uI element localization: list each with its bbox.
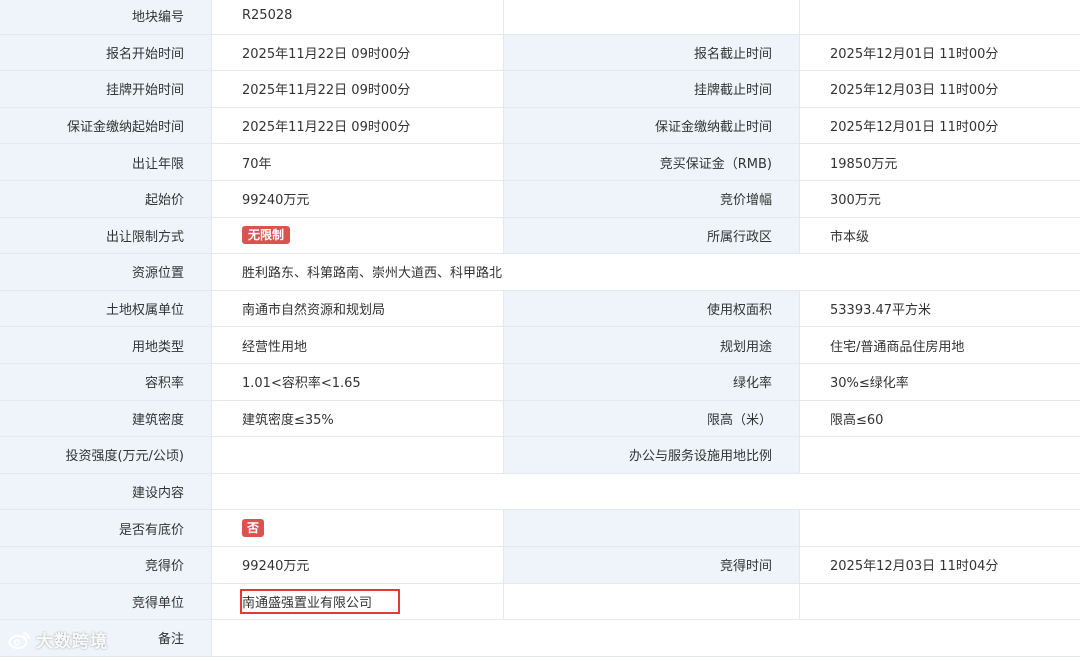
value-has-reserve-price: 否 xyxy=(212,510,504,546)
label-registration-end: 报名截止时间 xyxy=(504,34,800,71)
watermark-text: 大数跨境 xyxy=(36,632,108,652)
label-parcel-number: 地块编号 xyxy=(0,0,212,34)
label-deposit-end: 保证金缴纳截止时间 xyxy=(504,107,800,144)
label-construction-content: 建设内容 xyxy=(0,473,212,510)
table-row: 挂牌开始时间 2025年11月22日 09时00分 挂牌截止时间 2025年12… xyxy=(0,71,1080,108)
value-planned-use: 住宅/普通商品住房用地 xyxy=(800,327,1080,363)
label-height-limit: 限高（米） xyxy=(504,400,800,437)
label-investment-intensity: 投资强度(万元/公顷) xyxy=(0,437,212,473)
label-winning-time: 竞得时间 xyxy=(504,546,800,583)
label-deposit-start: 保证金缴纳起始时间 xyxy=(0,107,212,144)
empty-cell xyxy=(800,510,1080,546)
table-row: 备注 xyxy=(0,620,1080,657)
value-plot-ratio: 1.01<容积率<1.65 xyxy=(212,363,504,400)
table-row: 是否有底价 否 xyxy=(0,510,1080,547)
label-starting-price: 起始价 xyxy=(0,180,212,217)
restriction-badge: 无限制 xyxy=(242,226,291,245)
table-row: 用地类型 经营性用地 规划用途 住宅/普通商品住房用地 xyxy=(0,327,1080,364)
value-transfer-restriction: 无限制 xyxy=(212,217,504,254)
value-winning-price: 99240万元 xyxy=(212,546,504,583)
table-row: 报名开始时间 2025年11月22日 09时00分 报名截止时间 2025年12… xyxy=(0,34,1080,72)
label-location: 资源位置 xyxy=(0,254,212,290)
land-parcel-info-table: 地块编号 R25028 报名开始时间 2025年11月22日 09时00分 报名… xyxy=(0,0,1080,657)
label-land-type: 用地类型 xyxy=(0,327,212,363)
empty-cell xyxy=(800,583,1080,620)
value-parcel-number: R25028 xyxy=(212,0,504,34)
empty-label-cell xyxy=(504,510,800,546)
value-construction-content xyxy=(212,473,1080,510)
value-district: 市本级 xyxy=(800,217,1080,254)
label-land-owner: 土地权属单位 xyxy=(0,290,212,327)
label-use-right-area: 使用权面积 xyxy=(504,290,800,327)
empty-cell xyxy=(504,0,800,34)
winning-bidder-highlight-box xyxy=(240,589,400,614)
value-investment-intensity xyxy=(212,437,504,473)
value-land-owner: 南通市自然资源和规划局 xyxy=(212,290,504,327)
empty-cell xyxy=(504,583,800,620)
table-row: 建筑密度 建筑密度≤35% 限高（米） 限高≤60 xyxy=(0,400,1080,438)
table-row: 出让限制方式 无限制 所属行政区 市本级 xyxy=(0,217,1080,255)
value-bid-deposit: 19850万元 xyxy=(800,144,1080,180)
value-registration-start: 2025年11月22日 09时00分 xyxy=(212,34,504,71)
value-remarks xyxy=(212,620,1080,656)
table-row: 起始价 99240万元 竞价增幅 300万元 xyxy=(0,180,1080,218)
value-listing-start: 2025年11月22日 09时00分 xyxy=(212,71,504,107)
label-transfer-term: 出让年限 xyxy=(0,144,212,180)
label-building-density: 建筑密度 xyxy=(0,400,212,437)
value-bid-increment: 300万元 xyxy=(800,180,1080,217)
value-registration-end: 2025年12月01日 11时00分 xyxy=(800,34,1080,71)
value-use-right-area: 53393.47平方米 xyxy=(800,290,1080,327)
label-listing-end: 挂牌截止时间 xyxy=(504,71,800,107)
label-registration-start: 报名开始时间 xyxy=(0,34,212,71)
value-building-density: 建筑密度≤35% xyxy=(212,400,504,437)
label-winning-price: 竞得价 xyxy=(0,546,212,583)
value-winning-time: 2025年12月03日 11时04分 xyxy=(800,546,1080,583)
table-row: 建设内容 xyxy=(0,473,1080,511)
label-plot-ratio: 容积率 xyxy=(0,363,212,400)
value-transfer-term: 70年 xyxy=(212,144,504,180)
label-bid-increment: 竞价增幅 xyxy=(504,180,800,217)
watermark: 大数跨境 xyxy=(8,627,108,652)
label-listing-start: 挂牌开始时间 xyxy=(0,71,212,107)
label-transfer-restriction: 出让限制方式 xyxy=(0,217,212,254)
label-green-ratio: 绿化率 xyxy=(504,363,800,400)
value-starting-price: 99240万元 xyxy=(212,180,504,217)
label-has-reserve-price: 是否有底价 xyxy=(0,510,212,546)
value-deposit-start: 2025年11月22日 09时00分 xyxy=(212,107,504,144)
value-land-type: 经营性用地 xyxy=(212,327,504,363)
label-office-service-ratio: 办公与服务设施用地比例 xyxy=(504,437,800,473)
table-row: 竞得单位 南通盛强置业有限公司 xyxy=(0,583,1080,621)
value-deposit-end: 2025年12月01日 11时00分 xyxy=(800,107,1080,144)
label-district: 所属行政区 xyxy=(504,217,800,254)
table-row: 保证金缴纳起始时间 2025年11月22日 09时00分 保证金缴纳截止时间 2… xyxy=(0,107,1080,145)
table-row: 土地权属单位 南通市自然资源和规划局 使用权面积 53393.47平方米 xyxy=(0,290,1080,328)
table-row: 出让年限 70年 竞买保证金（RMB) 19850万元 xyxy=(0,144,1080,181)
empty-cell xyxy=(800,0,1080,34)
label-winning-bidder: 竞得单位 xyxy=(0,583,212,620)
value-listing-end: 2025年12月03日 11时00分 xyxy=(800,71,1080,107)
value-location: 胜利路东、科第路南、崇州大道西、科甲路北 xyxy=(212,254,1080,290)
table-row: 地块编号 R25028 xyxy=(0,0,1080,35)
value-height-limit: 限高≤60 xyxy=(800,400,1080,437)
weibo-logo-icon xyxy=(8,631,30,649)
table-row: 投资强度(万元/公顷) 办公与服务设施用地比例 xyxy=(0,437,1080,474)
table-row: 资源位置 胜利路东、科第路南、崇州大道西、科甲路北 xyxy=(0,254,1080,291)
label-planned-use: 规划用途 xyxy=(504,327,800,363)
value-green-ratio: 30%≤绿化率 xyxy=(800,363,1080,400)
table-row: 竞得价 99240万元 竞得时间 2025年12月03日 11时04分 xyxy=(0,546,1080,584)
reserve-price-badge: 否 xyxy=(242,519,265,538)
table-row: 容积率 1.01<容积率<1.65 绿化率 30%≤绿化率 xyxy=(0,363,1080,401)
label-bid-deposit: 竞买保证金（RMB) xyxy=(504,144,800,180)
value-office-service-ratio xyxy=(800,437,1080,473)
